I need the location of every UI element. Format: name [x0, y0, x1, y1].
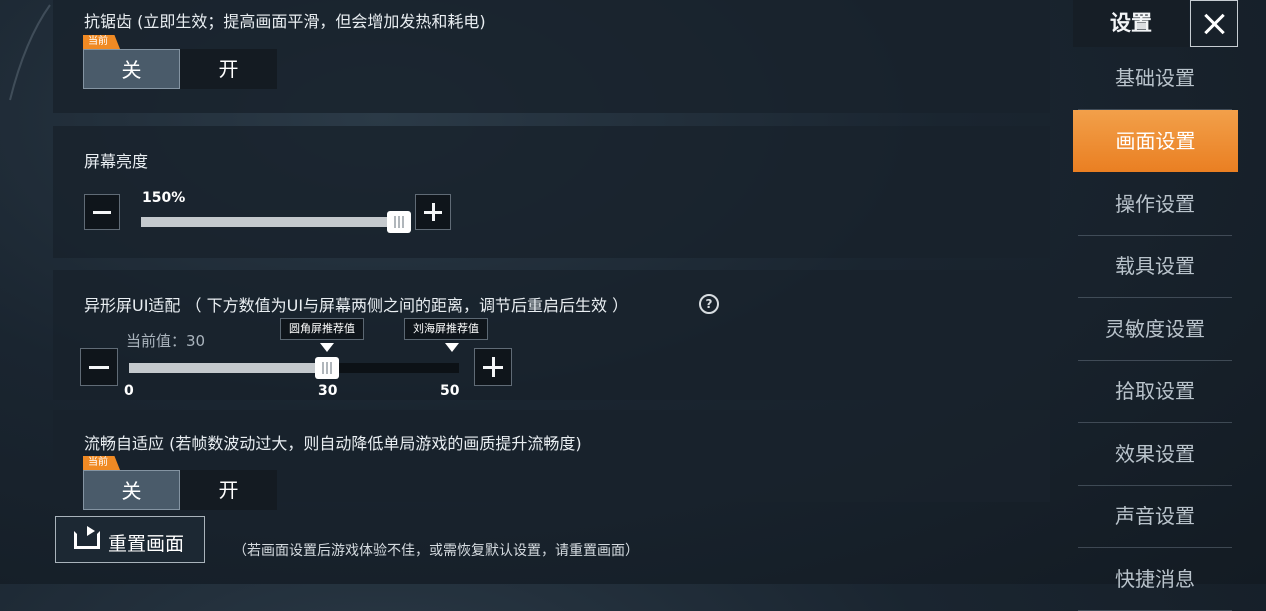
adaptive-smoothness-toggle: 关 开: [83, 470, 277, 510]
sidebar-item-vehicle[interactable]: 载具设置: [1078, 235, 1232, 298]
notch-recommend-marker-icon: [445, 343, 459, 352]
background-decoration: [9, 4, 51, 101]
rounded-recommend-marker-icon: [320, 343, 334, 352]
sidebar-item-pickup[interactable]: 拾取设置: [1078, 360, 1232, 423]
notch-ui-title: 异形屏UI适配 （ 下方数值为UI与屏幕两侧之间的距离，调节后重启后生效 ）: [84, 296, 629, 315]
settings-title: 设置: [1073, 0, 1189, 47]
notch-ui-rounded-value-label: 30: [318, 383, 338, 399]
notch-ui-slider-track[interactable]: [129, 357, 459, 379]
adaptive-smoothness-off-button[interactable]: 关: [83, 470, 180, 510]
help-icon[interactable]: ?: [699, 294, 719, 314]
sidebar-item-graphics[interactable]: 画面设置: [1073, 110, 1238, 172]
sidebar-item-effects[interactable]: 效果设置: [1078, 423, 1232, 486]
notch-ui-increase-button[interactable]: [474, 348, 512, 386]
adaptive-smoothness-panel: 流畅自适应 (若帧数波动过大，则自动降低单局游戏的画质提升流畅度) 当前 关 开: [53, 410, 1050, 510]
anti-aliasing-off-button[interactable]: 关: [83, 49, 180, 89]
current-badge: 当前: [83, 456, 120, 470]
sidebar-item-basic[interactable]: 基础设置: [1078, 47, 1232, 110]
notch-ui-panel: 异形屏UI适配 （ 下方数值为UI与屏幕两侧之间的距离，调节后重启后生效 ） ?…: [53, 270, 1050, 400]
notch-ui-max-label: 50: [440, 383, 460, 399]
current-badge: 当前: [83, 35, 120, 49]
sidebar-item-controls[interactable]: 操作设置: [1078, 173, 1232, 236]
reset-hint-text: （若画面设置后游戏体验不佳，或需恢复默认设置，请重置画面）: [233, 543, 639, 559]
brightness-value: 150%: [142, 190, 186, 206]
notch-ui-slider-fill: [129, 363, 327, 373]
brightness-panel: 屏幕亮度 150%: [53, 126, 1050, 258]
rounded-screen-recommend-label: 圆角屏推荐值: [280, 318, 364, 340]
notch-ui-slider-thumb[interactable]: [315, 357, 339, 379]
anti-aliasing-panel: 抗锯齿 (立即生效；提高画面平滑，但会增加发热和耗电) 当前 关 开: [53, 0, 1050, 113]
adaptive-smoothness-on-button[interactable]: 开: [180, 470, 277, 510]
notch-ui-current-value: 当前值：30: [126, 332, 206, 350]
brightness-increase-button[interactable]: [415, 194, 451, 230]
settings-sidebar: 设置 基础设置 画面设置 操作设置 载具设置 灵敏度设置 拾取设置 效果设置 声…: [1073, 0, 1266, 611]
sidebar-item-quick-messages[interactable]: 快捷消息: [1078, 548, 1232, 611]
anti-aliasing-toggle: 关 开: [83, 49, 277, 89]
notch-ui-min-label: 0: [124, 383, 134, 399]
brightness-slider-fill: [141, 217, 399, 227]
anti-aliasing-on-button[interactable]: 开: [180, 49, 277, 89]
sidebar-item-sensitivity[interactable]: 灵敏度设置: [1078, 298, 1232, 361]
reset-graphics-label: 重置画面: [108, 533, 185, 555]
sidebar-item-sound[interactable]: 声音设置: [1078, 485, 1232, 548]
brightness-decrease-button[interactable]: [84, 194, 120, 230]
brightness-slider-thumb[interactable]: [387, 211, 411, 233]
close-icon[interactable]: [1190, 0, 1238, 47]
notch-screen-recommend-label: 刘海屏推荐值: [404, 318, 488, 340]
reset-icon: [74, 526, 100, 549]
notch-ui-decrease-button[interactable]: [80, 348, 118, 386]
anti-aliasing-title: 抗锯齿 (立即生效；提高画面平滑，但会增加发热和耗电): [84, 12, 486, 31]
brightness-slider-track[interactable]: [141, 211, 411, 233]
reset-graphics-button[interactable]: 重置画面: [55, 516, 205, 563]
brightness-title: 屏幕亮度: [84, 152, 149, 171]
adaptive-smoothness-title: 流畅自适应 (若帧数波动过大，则自动降低单局游戏的画质提升流畅度): [84, 434, 582, 453]
